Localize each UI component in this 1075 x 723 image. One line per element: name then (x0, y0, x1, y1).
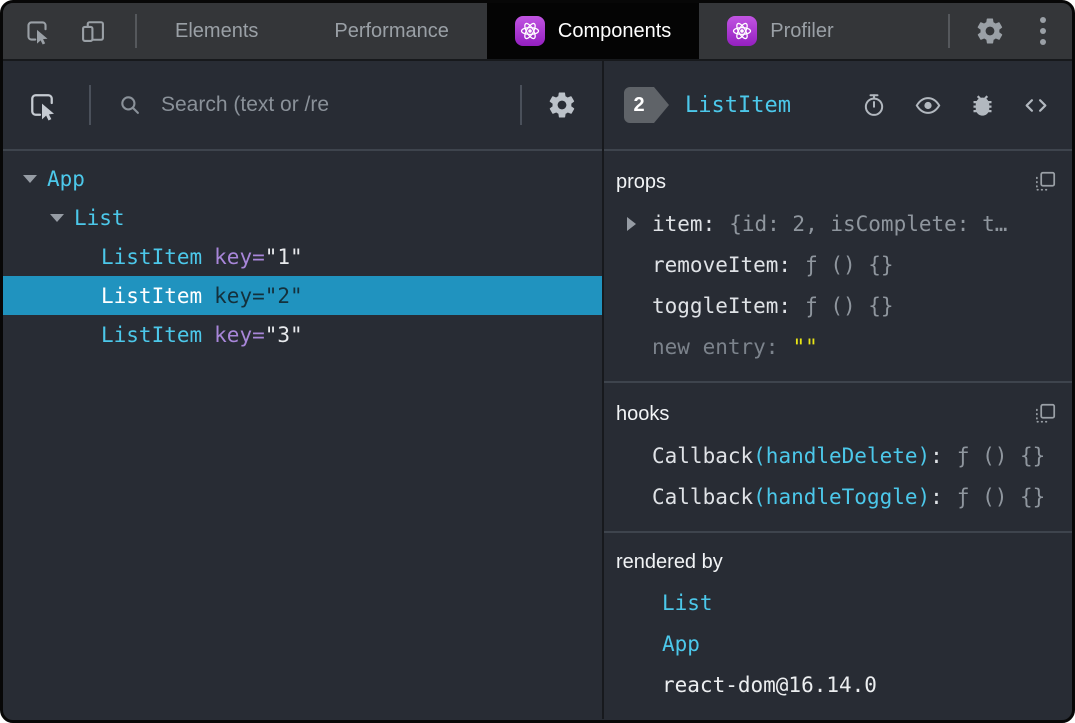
tab-elements[interactable]: Elements (137, 3, 296, 59)
hooks-section: hooks Callback (handleDelete): ƒ () {} Ca… (604, 383, 1072, 533)
rendered-by-item-reactdom: react-dom@16.14.0 (614, 664, 1058, 705)
tree-row-app[interactable]: App (3, 159, 602, 198)
divider (520, 85, 522, 125)
tree-row-listitem-1[interactable]: ListItem key= "1" (3, 237, 602, 276)
copy-icon[interactable] (1032, 401, 1058, 427)
view-source-icon[interactable] (1022, 91, 1050, 119)
main-area: App List ListItemkey="1" ListItemkey="2"… (3, 61, 1072, 719)
hook-callback-name: (handleToggle) (753, 484, 931, 509)
hook-callback-name: (handleDelete) (753, 443, 931, 468)
device-toolbar-icon[interactable] (77, 15, 109, 47)
devtools-window: Elements Performance Components Profiler… (0, 0, 1075, 723)
new-entry-label: new entry: (652, 334, 779, 359)
settings-gear-icon[interactable] (546, 89, 578, 121)
hook-name: Callback (652, 484, 754, 509)
component-name: ListItem (101, 322, 203, 347)
react-logo-icon (514, 16, 545, 46)
component-name: App (47, 166, 85, 191)
component-name: ListItem (101, 244, 203, 269)
tab-profiler[interactable]: Profiler (699, 3, 861, 59)
rendered-by-item-app[interactable]: App (614, 623, 1058, 664)
key-value: "1" (264, 244, 303, 269)
tree-row-listitem-2[interactable]: ListItem key= "2" (3, 276, 602, 315)
hook-value: ƒ () {} (956, 443, 1046, 468)
log-data-bug-icon[interactable] (968, 91, 996, 119)
tab-label: Profiler (770, 19, 834, 42)
search-input[interactable] (159, 92, 490, 118)
hook-value: ƒ () {} (956, 484, 1046, 509)
prop-value: {id: 2, isComplete: t… (729, 211, 1008, 236)
expand-arrow-icon[interactable] (627, 216, 636, 231)
prop-value: ƒ () {} (805, 252, 894, 277)
renderer-version: react-dom@16.14.0 (662, 672, 877, 697)
key-attr: key= (214, 244, 265, 269)
divider (948, 14, 950, 48)
component-tree-panel: App List ListItemkey="1" ListItemkey="2"… (3, 61, 604, 719)
key-attr: key= (214, 283, 265, 308)
badge-count: 2 (624, 87, 654, 123)
prop-name: removeItem: (652, 252, 792, 277)
prop-row-toggleitem[interactable]: toggleItem: ƒ () {} (614, 285, 1058, 326)
hooks-title: hooks (616, 402, 670, 425)
component-header: 2 ListItem (604, 61, 1072, 151)
props-title: props (616, 170, 667, 193)
tree-row-listitem-3[interactable]: ListItem key= "3" (3, 315, 602, 354)
prop-row-removeitem[interactable]: removeItem: ƒ () {} (614, 244, 1058, 285)
inspected-component-panel: 2 ListItem props item: {id: 2, isComplet… (604, 61, 1072, 719)
prop-row-new-entry[interactable]: new entry: "" (614, 326, 1058, 367)
tab-components[interactable]: Components (486, 3, 700, 59)
component-name: ListItem (101, 283, 203, 308)
stopwatch-suspense-icon[interactable] (860, 91, 888, 119)
copy-icon[interactable] (1032, 169, 1058, 195)
hook-colon: : (930, 443, 943, 468)
tab-label: Components (557, 19, 672, 42)
rendered-by-item-list[interactable]: List (614, 582, 1058, 623)
select-element-icon[interactable] (25, 88, 59, 122)
component-name: List (74, 205, 125, 230)
key-value: "2" (264, 283, 303, 308)
prop-name: toggleItem: (652, 293, 792, 318)
gear-icon[interactable] (974, 15, 1006, 47)
kebab-menu-icon[interactable] (1030, 17, 1056, 45)
prop-row-item[interactable]: item: {id: 2, isComplete: t… (614, 203, 1058, 244)
tree-row-list[interactable]: List (3, 198, 602, 237)
hook-row-handletoggle[interactable]: Callback (handleToggle): ƒ () {} (614, 476, 1058, 517)
tab-performance[interactable]: Performance (296, 3, 487, 59)
tab-label: Elements (175, 19, 259, 42)
badge-point (654, 87, 669, 123)
key-value: "3" (264, 322, 303, 347)
react-logo-icon (727, 16, 758, 46)
key-attr: key= (214, 322, 265, 347)
owner-link[interactable]: List (662, 591, 713, 615)
hook-row-handledelete[interactable]: Callback (handleDelete): ƒ () {} (614, 435, 1058, 476)
collapse-arrow-icon[interactable] (50, 213, 64, 222)
tabbar: Elements Performance Components Profiler (3, 3, 1072, 61)
prop-name: item: (652, 211, 716, 236)
search-box (91, 92, 490, 118)
tree-toolbar (3, 61, 602, 151)
owner-link[interactable]: App (662, 632, 700, 656)
rendered-by-title: rendered by (616, 551, 723, 573)
new-entry-value[interactable]: "" (792, 335, 817, 359)
selected-component-name: ListItem (685, 92, 791, 118)
prop-value: ƒ () {} (805, 293, 894, 318)
hook-name: Callback (652, 443, 754, 468)
collapse-arrow-icon[interactable] (23, 174, 37, 183)
owners-count-badge: 2 (624, 87, 669, 123)
search-icon (117, 92, 143, 118)
inspect-icon[interactable] (21, 15, 53, 47)
header-actions (860, 91, 1050, 119)
tab-label: Performance (334, 19, 449, 42)
rendered-by-section: rendered by List App react-dom@16.14.0 (604, 533, 1072, 719)
props-section: props item: {id: 2, isComplete: t… remov… (604, 151, 1072, 383)
inspect-dom-eye-icon[interactable] (914, 91, 942, 119)
component-tree: App List ListItem key= "1" ListItem key= "2"… (3, 151, 602, 354)
hook-colon: : (930, 484, 943, 509)
